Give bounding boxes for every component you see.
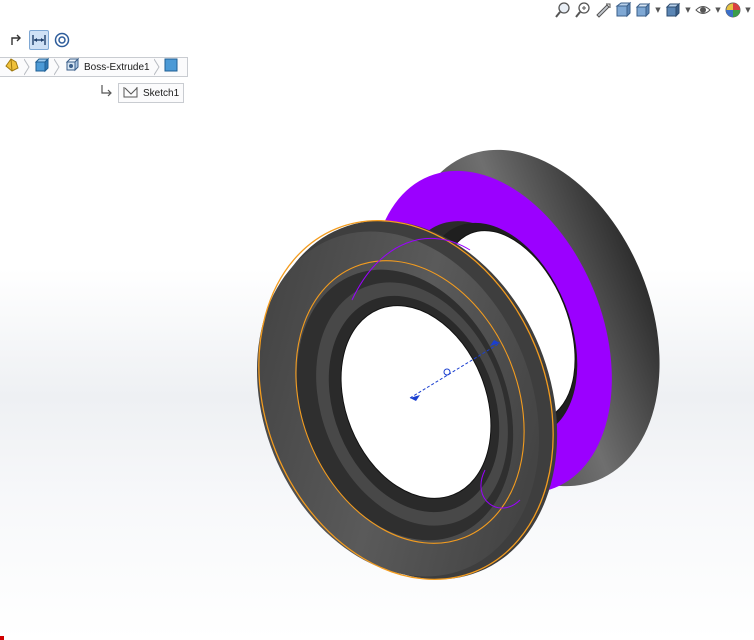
sketch-icon bbox=[123, 84, 139, 103]
display-style-dropdown-icon[interactable]: ▼ bbox=[684, 1, 692, 19]
breadcrumb-sketch[interactable]: Sketch1 bbox=[118, 83, 185, 103]
previous-view-icon[interactable] bbox=[594, 1, 612, 19]
normal-to-icon[interactable] bbox=[6, 30, 26, 50]
view-orientation-dropdown-icon[interactable]: ▼ bbox=[654, 1, 662, 19]
display-style-icon[interactable] bbox=[664, 1, 682, 19]
extrude-icon bbox=[64, 57, 80, 78]
breadcrumb-feature[interactable]: Boss-Extrude1 bbox=[60, 57, 154, 78]
heads-up-view-toolbar: ▼ ▼ ▼ ▼ bbox=[552, 0, 754, 20]
concentric-icon[interactable] bbox=[52, 30, 72, 50]
graphics-area[interactable]: ▼ ▼ ▼ ▼ Boss-Extrude1 Sketch1 bbox=[0, 0, 754, 640]
breadcrumb: Boss-Extrude1 bbox=[0, 57, 188, 77]
part-icon bbox=[4, 57, 20, 78]
appearance-dropdown-icon[interactable]: ▼ bbox=[744, 1, 752, 19]
edit-appearance-icon[interactable] bbox=[724, 1, 742, 19]
face-icon bbox=[164, 58, 178, 77]
breadcrumb-sketch-label: Sketch1 bbox=[143, 87, 180, 99]
section-view-icon[interactable] bbox=[614, 1, 632, 19]
child-arrow-icon bbox=[100, 84, 114, 103]
sketch-breadcrumb: Sketch1 bbox=[100, 83, 185, 103]
breadcrumb-part[interactable] bbox=[0, 57, 24, 78]
distance-icon[interactable] bbox=[29, 30, 49, 50]
body-icon bbox=[34, 57, 50, 78]
context-toolbar bbox=[6, 30, 72, 50]
view-orientation-icon[interactable] bbox=[634, 1, 652, 19]
breadcrumb-body[interactable] bbox=[30, 57, 54, 78]
hide-show-dropdown-icon[interactable]: ▼ bbox=[714, 1, 722, 19]
hide-show-items-icon[interactable] bbox=[694, 1, 712, 19]
zoom-to-fit-icon[interactable] bbox=[554, 1, 572, 19]
breadcrumb-feature-label: Boss-Extrude1 bbox=[84, 61, 150, 73]
zoom-to-area-icon[interactable] bbox=[574, 1, 592, 19]
breadcrumb-face[interactable] bbox=[160, 58, 182, 76]
status-corner-marker bbox=[0, 636, 4, 640]
